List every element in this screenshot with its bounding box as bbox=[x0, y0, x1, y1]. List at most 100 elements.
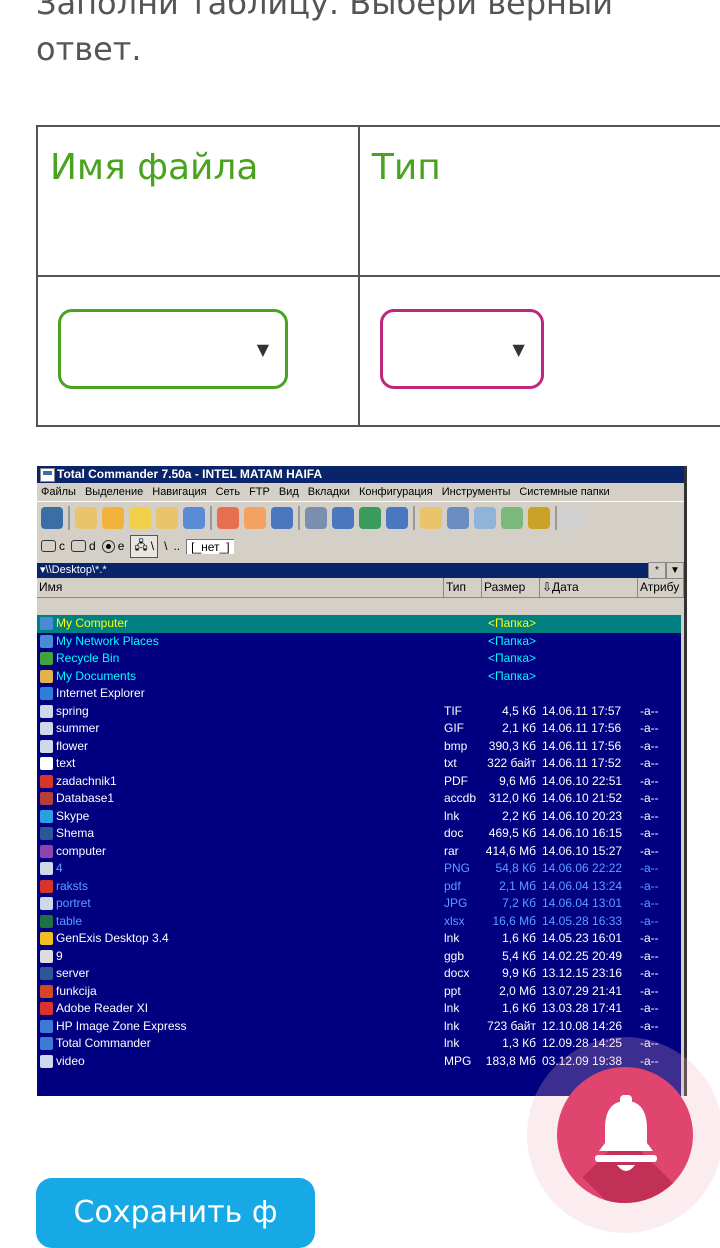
file-row[interactable]: 4 PNG 54,8 Кб 14.06.06 22:22 -a-- bbox=[37, 860, 681, 878]
toolbar-button-icon[interactable] bbox=[562, 507, 584, 529]
type-select[interactable]: ▼ bbox=[379, 309, 544, 389]
toolbar-button-icon[interactable] bbox=[183, 507, 205, 529]
file-row[interactable]: My Documents <Папка> bbox=[37, 668, 681, 686]
toolbar-button-icon[interactable] bbox=[359, 507, 381, 529]
menu-item[interactable]: Вкладки bbox=[308, 486, 350, 498]
file-row[interactable]: Database1 accdb 312,0 Кб 14.06.10 21:52 -a-- bbox=[37, 790, 681, 808]
file-row[interactable]: GenExis Desktop 3.4 lnk 1,6 Кб 14.05.23 16:… bbox=[37, 930, 681, 948]
toolbar-button-icon[interactable] bbox=[41, 507, 63, 529]
file-icon bbox=[40, 1002, 53, 1015]
file-row[interactable]: HP Image Zone Express lnk 723 байт 12.10.08… bbox=[37, 1018, 681, 1036]
toolbar-button-icon[interactable] bbox=[271, 507, 293, 529]
file-row[interactable]: Recycle Bin <Папка> bbox=[37, 650, 681, 668]
col-name[interactable]: Имя bbox=[37, 578, 444, 597]
file-row[interactable]: Total Commander lnk 1,3 Кб 12.09.28 14:25 -a… bbox=[37, 1035, 681, 1053]
drive-e[interactable]: e bbox=[101, 539, 124, 553]
file-attr bbox=[640, 650, 680, 668]
file-attr: -a-- bbox=[640, 1018, 659, 1033]
file-row[interactable]: raksts pdf 2,1 Мб 14.06.04 13:24 -a-- bbox=[37, 878, 681, 896]
file-attr: -a-- bbox=[640, 983, 659, 998]
menu-item[interactable]: Сеть bbox=[216, 486, 240, 498]
file-attr: -a-- bbox=[640, 791, 659, 805]
file-row[interactable]: text txt 322 байт 14.06.11 17:52 -a-- bbox=[37, 755, 681, 773]
file-name: zadachnik1 bbox=[56, 773, 117, 788]
file-row[interactable]: My Network Places <Папка> bbox=[37, 633, 681, 651]
menu-item[interactable]: Выделение bbox=[85, 486, 143, 498]
file-row[interactable]: computer rar 414,6 Мб 14.06.10 15:27 -a-- bbox=[37, 843, 681, 861]
file-attr bbox=[640, 615, 680, 633]
file-icon bbox=[40, 687, 53, 700]
file-row[interactable]: zadachnik1 PDF 9,6 Мб 14.06.10 22:51 -a-- bbox=[37, 773, 681, 791]
cdrom-icon bbox=[101, 539, 115, 553]
col-date[interactable]: ⇩Дата bbox=[540, 578, 638, 597]
col-size[interactable]: Размер bbox=[482, 578, 540, 597]
file-row[interactable]: 9 ggb 5,4 Кб 14.02.25 20:49 -a-- bbox=[37, 948, 681, 966]
menu-item[interactable]: Конфигурация bbox=[359, 486, 433, 498]
file-date: 14.02.25 20:49 bbox=[542, 948, 623, 963]
updir-button[interactable]: .. bbox=[173, 539, 180, 553]
toolbar-button-icon[interactable] bbox=[305, 507, 327, 529]
file-name: My Documents bbox=[56, 668, 137, 683]
toolbar-button-icon[interactable] bbox=[447, 507, 469, 529]
file-row[interactable]: Adobe Reader XI lnk 1,6 Кб 13.03.28 17:41 -a… bbox=[37, 1000, 681, 1018]
file-type: rar bbox=[444, 843, 459, 858]
toolbar-button-icon[interactable] bbox=[156, 507, 178, 529]
file-row[interactable]: portret JPG 7,2 Кб 14.06.04 13:01 -a-- bbox=[37, 895, 681, 913]
file-row[interactable]: My Computer <Папка> bbox=[37, 615, 681, 633]
file-row[interactable]: Skype lnk 2,2 Кб 14.06.10 20:23 -a-- bbox=[37, 808, 681, 826]
menu-item[interactable]: FTP bbox=[249, 486, 270, 498]
toolbar-button-icon[interactable] bbox=[332, 507, 354, 529]
file-row[interactable]: video MPG 183,8 Мб 03.12.09 19:38 -a-- bbox=[37, 1053, 681, 1071]
file-row[interactable]: summer GIF 2,1 Кб 14.06.11 17:56 -a-- bbox=[37, 720, 681, 738]
toolbar-button-icon[interactable] bbox=[244, 507, 266, 529]
toolbar-button-icon[interactable] bbox=[217, 507, 239, 529]
notification-bell-button[interactable] bbox=[557, 1067, 693, 1203]
file-row[interactable]: Internet Explorer bbox=[37, 685, 681, 703]
file-attr: -a-- bbox=[640, 756, 659, 770]
toolbar-button-icon[interactable] bbox=[474, 507, 496, 529]
toolbar-button-icon[interactable] bbox=[75, 507, 97, 529]
file-date bbox=[542, 685, 640, 703]
path-star-button[interactable]: * bbox=[648, 561, 666, 579]
dropdown-arrow-icon: ▼ bbox=[256, 340, 269, 359]
toolbar-button-icon[interactable] bbox=[129, 507, 151, 529]
filename-select[interactable]: ▼ bbox=[58, 309, 288, 389]
toolbar-button-icon[interactable] bbox=[386, 507, 408, 529]
file-row[interactable]: server docx 9,9 Кб 13.12.15 23:16 -a-- bbox=[37, 965, 681, 983]
file-size: 312,0 Кб bbox=[488, 791, 536, 805]
drive-icon bbox=[41, 540, 56, 552]
file-icon bbox=[40, 827, 53, 840]
file-attr: -a-- bbox=[640, 931, 659, 945]
toolbar-button-icon[interactable] bbox=[501, 507, 523, 529]
toolbar-button-icon[interactable] bbox=[420, 507, 442, 529]
file-row[interactable]: flower bmp 390,3 Кб 14.06.11 17:56 -a-- bbox=[37, 738, 681, 756]
file-row[interactable]: Shema doc 469,5 Кб 14.06.10 16:15 -a-- bbox=[37, 825, 681, 843]
drive-c[interactable]: c bbox=[41, 539, 65, 553]
menu-item[interactable]: Инструменты bbox=[442, 486, 511, 498]
file-type: pdf bbox=[444, 878, 461, 893]
menu-item[interactable]: Файлы bbox=[41, 486, 76, 498]
col-type[interactable]: Тип bbox=[444, 578, 482, 597]
toolbar-button-icon[interactable] bbox=[528, 507, 550, 529]
save-button[interactable]: Сохранить ф bbox=[36, 1178, 315, 1248]
drive-network[interactable]: 🖧 \ bbox=[130, 534, 159, 558]
path-history-button[interactable]: ▼ bbox=[666, 561, 684, 579]
path-display[interactable]: ▾\\Desktop\*.* bbox=[37, 562, 648, 578]
file-date: 14.06.10 16:15 bbox=[542, 826, 623, 840]
menu-item[interactable]: Системные папки bbox=[519, 486, 609, 498]
file-row[interactable]: table xlsx 16,6 Мб 14.05.28 16:33 -a-- bbox=[37, 913, 681, 931]
col-attr[interactable]: Атрибу bbox=[638, 578, 684, 597]
file-row[interactable]: funkcija ppt 2,0 Мб 13.07.29 21:41 -a-- bbox=[37, 983, 681, 1001]
file-icon bbox=[40, 1019, 53, 1033]
drive-d[interactable]: d bbox=[71, 539, 96, 553]
file-row[interactable]: spring TIF 4,5 Кб 14.06.11 17:57 -a-- bbox=[37, 703, 681, 721]
tc-column-header: Имя Тип Размер ⇩Дата Атрибу bbox=[37, 578, 684, 598]
toolbar-button-icon[interactable] bbox=[102, 507, 124, 529]
header-filename: Имя файла bbox=[36, 125, 360, 277]
file-attr: -a-- bbox=[640, 1036, 659, 1050]
menu-item[interactable]: Вид bbox=[279, 486, 299, 498]
menu-item[interactable]: Навигация bbox=[152, 486, 206, 498]
file-list: My Computer <Папка> My Network Places <Папк… bbox=[37, 615, 681, 1096]
root-button[interactable]: \ bbox=[164, 539, 167, 553]
network-icon: 🖧 bbox=[134, 537, 148, 552]
